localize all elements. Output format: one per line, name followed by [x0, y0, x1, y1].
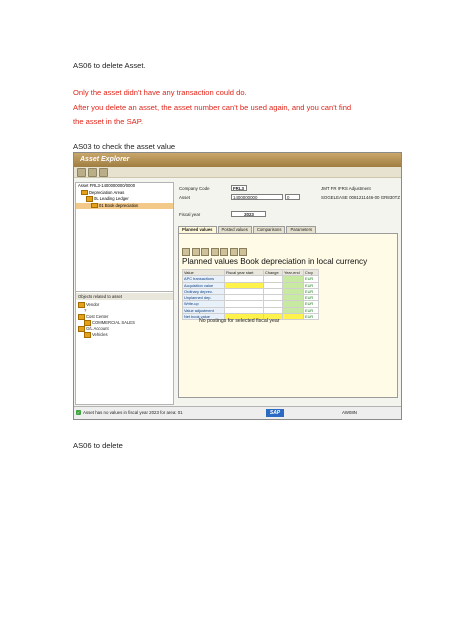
object-vehicles[interactable]: Vehicles — [78, 332, 135, 338]
company-code-field[interactable]: FRL3 — [231, 185, 247, 191]
object-label: ? — [84, 308, 87, 313]
tab-parameters[interactable]: Parameters — [286, 226, 317, 233]
object-label: Vendor — [86, 302, 100, 307]
asset-number-field[interactable]: 1400000000 — [231, 194, 283, 200]
check-icon: ✓ — [76, 410, 81, 415]
heading-as06-delete: AS06 to delete — [73, 441, 123, 450]
tree-item-label: 0L Leading Ledger — [94, 196, 129, 201]
warning-line-2: After you delete an asset, the asset num… — [73, 103, 352, 112]
fiscal-year-label: Fiscal year — [179, 212, 201, 217]
status-message[interactable]: Asset has no values in fiscal year 2023 … — [83, 410, 183, 416]
status-bar: ✓ Asset has no values in fiscal year 202… — [74, 406, 401, 419]
asset-label: Asset — [179, 195, 190, 200]
folder-icon — [84, 332, 91, 338]
tab-planned-values[interactable]: Planned values — [178, 226, 217, 233]
folder-icon — [91, 202, 98, 209]
sum-icon[interactable] — [210, 248, 219, 256]
folder-icon — [81, 189, 88, 196]
object-label: G/L Account — [86, 326, 109, 331]
tab-comparisons[interactable]: Comparisons — [252, 226, 286, 233]
planned-values-table: Value Fiscal year start Change Year-end … — [182, 268, 319, 321]
panel-title: Planned values Book depreciation in loca… — [182, 257, 368, 266]
folder-icon — [86, 196, 93, 202]
transaction-indicator[interactable]: AW08N — [342, 410, 357, 416]
tree-item-label: Depreciation Areas — [89, 189, 125, 195]
sort-icon[interactable] — [191, 248, 200, 256]
asset-tree-pane: Asset FRL3-1400000000/0000 Depreciation … — [75, 182, 174, 405]
folder-icon — [78, 326, 85, 332]
asset-description: SOGELEASE 0081211446-00 GR830TZ — [321, 195, 400, 200]
objects-list: Vendor ? Cost Center COMMERCIAL SALES G/… — [78, 302, 135, 338]
sap-screenshot: Asset Explorer Asset FRL3-1400000000/000… — [73, 152, 402, 420]
warning-line-3: the asset in the SAP. — [73, 117, 143, 126]
panel-toolbar — [182, 248, 247, 256]
window-title: Asset Explorer — [74, 153, 401, 167]
company-code-description: JMT FR IFRS Adjustment — [321, 186, 371, 191]
sap-logo: SAP — [266, 409, 284, 417]
company-code-label: Company Code — [179, 186, 210, 191]
refresh-icon[interactable] — [99, 168, 108, 177]
no-postings-message: No postings for selected fiscal year — [199, 318, 280, 324]
tree-item-book-depreciation[interactable]: 01 Book depreciation — [76, 202, 173, 209]
filter-icon[interactable] — [201, 248, 209, 256]
tree-item-label: 01 Book depreciation — [99, 202, 139, 208]
folder-icon — [84, 320, 91, 326]
layout-icon[interactable] — [239, 248, 247, 256]
asset-subnumber-field[interactable]: 0 — [285, 194, 300, 200]
toolbar — [74, 167, 401, 178]
folder-icon — [78, 302, 85, 308]
print-icon[interactable] — [220, 248, 228, 256]
select-all-icon[interactable] — [182, 248, 190, 256]
heading-as06-delete-asset: AS06 to delete Asset. — [73, 61, 146, 70]
object-label: Cost Center — [86, 314, 109, 319]
back-icon[interactable] — [77, 168, 86, 177]
year-end-cell — [282, 313, 304, 321]
asset-detail-pane: Company Code FRL3 JMT FR IFRS Adjustment… — [176, 182, 400, 405]
planned-values-panel: Planned values Book depreciation in loca… — [178, 233, 398, 398]
object-label: COMMERCIAL SALES — [92, 320, 135, 325]
currency-cell: EUR — [303, 313, 319, 321]
object-label: Vehicles — [92, 332, 108, 337]
folder-icon — [78, 314, 85, 320]
objects-header: Objects related to asset — [76, 293, 173, 300]
pane-splitter[interactable] — [76, 291, 173, 292]
export-icon[interactable] — [229, 248, 238, 256]
tab-strip: Planned values Posted values Comparisons… — [178, 226, 317, 233]
fiscal-year-field[interactable]: 2023 — [231, 211, 266, 217]
warning-line-1: Only the asset didn't have any transacti… — [73, 88, 247, 97]
tab-posted-values[interactable]: Posted values — [217, 226, 252, 233]
forward-icon[interactable] — [88, 168, 97, 177]
